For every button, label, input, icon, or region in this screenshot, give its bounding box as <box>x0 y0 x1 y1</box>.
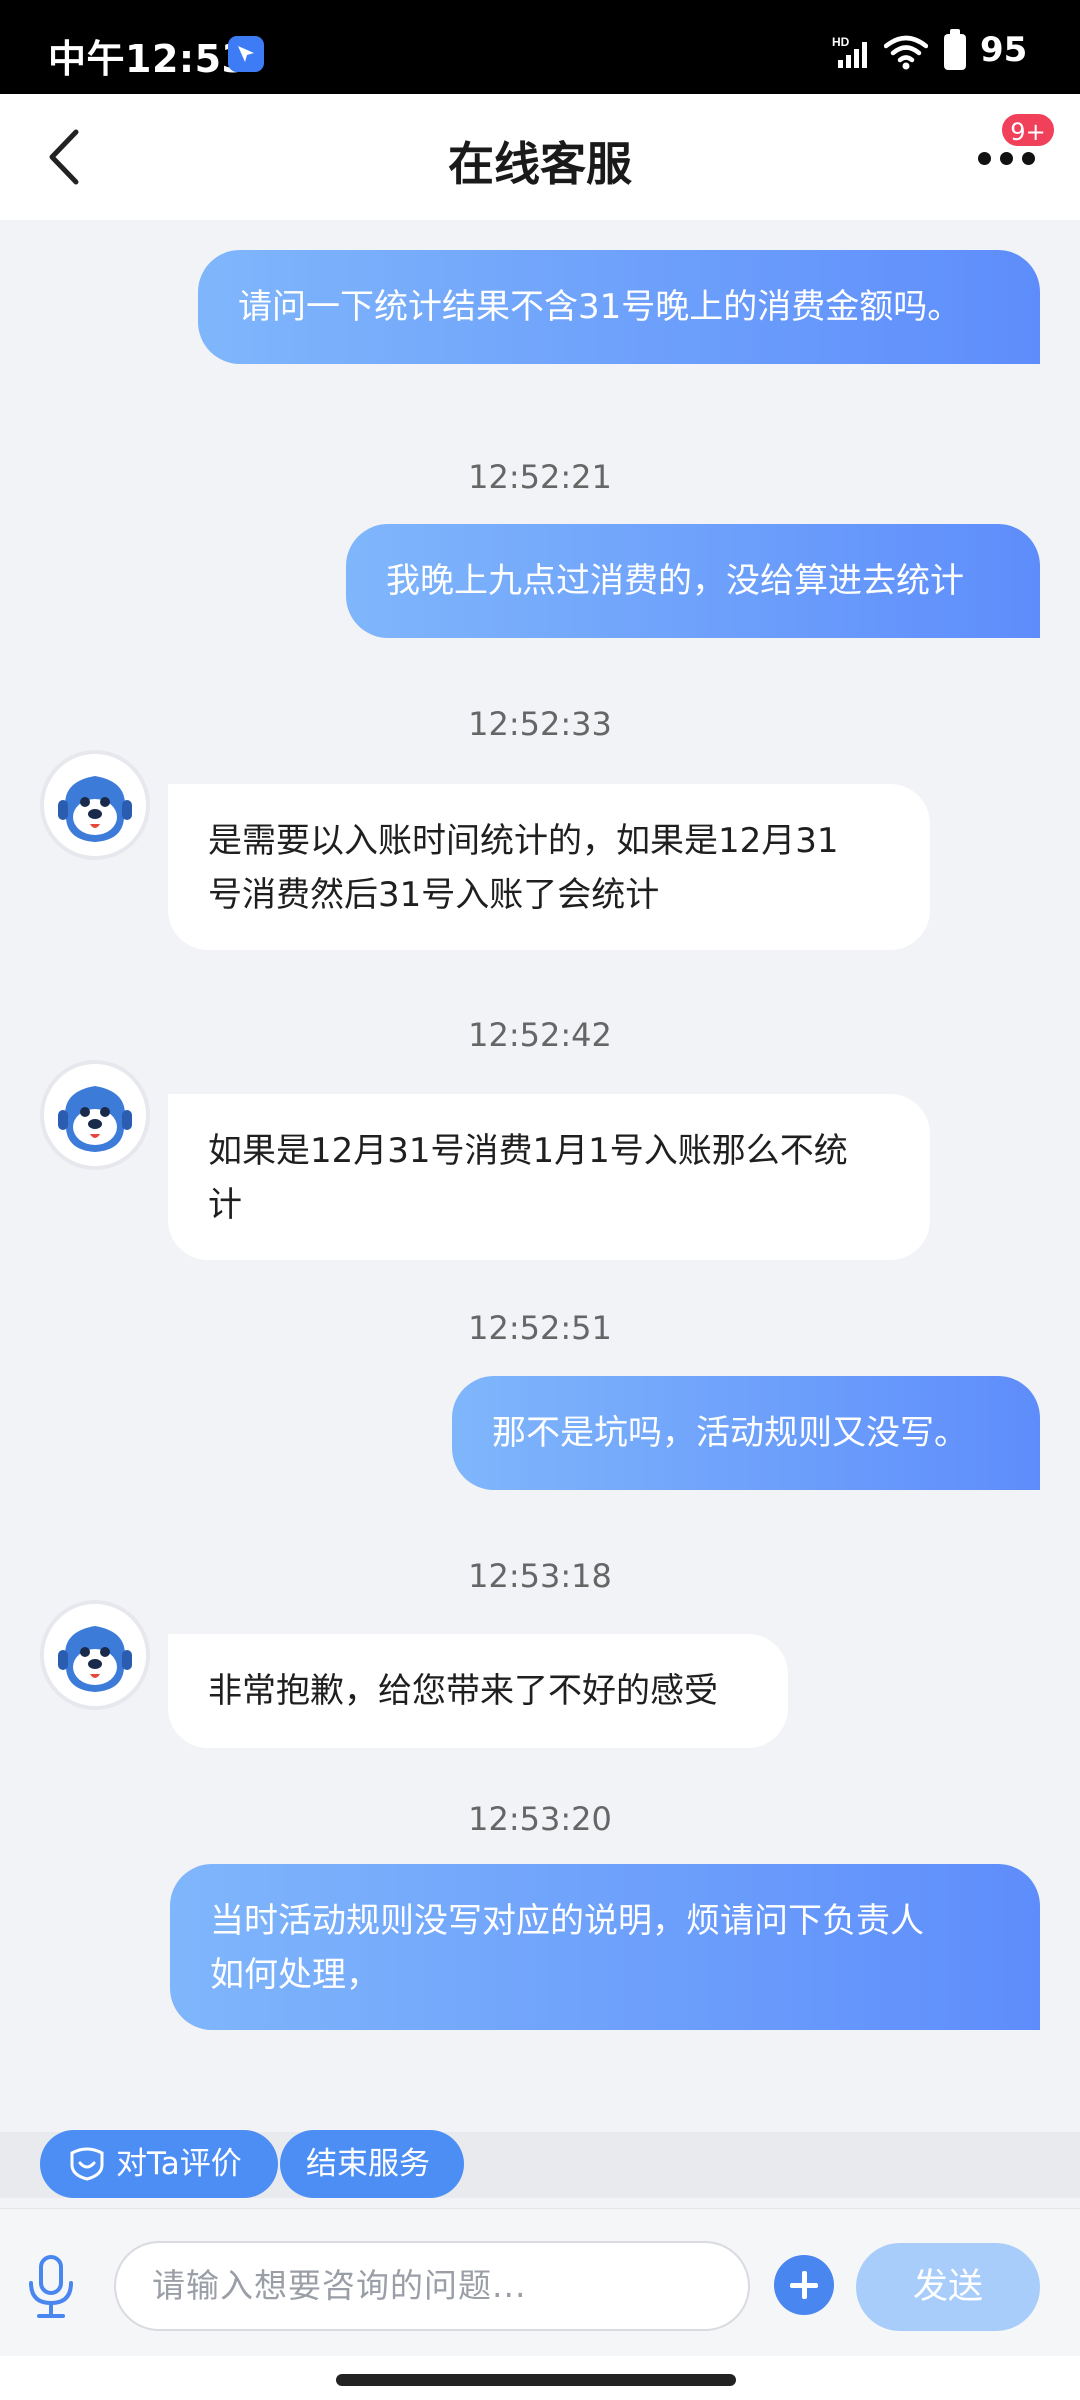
end-service-label: 结束服务 <box>306 2146 430 2182</box>
page-title: 在线客服 <box>448 137 632 191</box>
message-text: 请问一下统计结果不含31号晚上的消费金额吗。 <box>238 287 962 327</box>
message-bubble-outgoing: 那不是坑吗，活动规则又没写。 <box>452 1376 1040 1490</box>
network-label: HD <box>832 35 850 49</box>
message-timestamp: 12:53:18 <box>468 1557 612 1595</box>
app-notification-icon <box>228 36 264 72</box>
message-timestamp: 12:52:21 <box>468 458 612 496</box>
battery-percent: 95 <box>980 30 1028 70</box>
message-text-line: 如果是12月31号消费1月1号入账那么不统 <box>208 1131 848 1171</box>
message-bubble-outgoing: 请问一下统计结果不含31号晚上的消费金额吗。 <box>198 250 1040 364</box>
signal-icon: HD <box>832 34 874 74</box>
message-timestamp: 12:53:20 <box>468 1800 612 1838</box>
message-text-line: 如何处理， <box>210 1955 380 1995</box>
end-service-button[interactable]: 结束服务 <box>280 2130 464 2198</box>
message-bubble-incoming: 如果是12月31号消费1月1号入账那么不统 计 <box>168 1094 930 1260</box>
message-bubble-incoming: 非常抱歉，给您带来了不好的感受 <box>168 1634 788 1748</box>
message-text-line: 是需要以入账时间统计的，如果是12月31 <box>208 821 839 861</box>
message-text: 那不是坑吗，活动规则又没写。 <box>492 1413 968 1453</box>
message-input[interactable]: 请输入想要咨询的问题... <box>114 2241 750 2331</box>
agent-avatar <box>40 1600 150 1710</box>
message-bubble-incoming: 是需要以入账时间统计的，如果是12月31 号消费然后31号入账了会统计 <box>168 784 930 950</box>
message-text: 我晚上九点过消费的，没给算进去统计 <box>386 561 964 601</box>
message-text-line: 当时活动规则没写对应的说明，烦请问下负责人 <box>210 1901 924 1941</box>
message-bubble-outgoing: 我晚上九点过消费的，没给算进去统计 <box>346 524 1040 638</box>
rate-agent-button[interactable]: 对Ta评价 <box>40 2130 278 2198</box>
message-text-line: 号消费然后31号入账了会统计 <box>208 875 660 915</box>
add-attachment-icon[interactable] <box>774 2255 834 2315</box>
input-bar: 请输入想要咨询的问题... 发送 <box>0 2208 1080 2356</box>
message-timestamp: 12:52:51 <box>468 1309 612 1347</box>
message-bubble-outgoing: 当时活动规则没写对应的说明，烦请问下负责人 如何处理， <box>170 1864 1040 2030</box>
message-text-line: 计 <box>208 1185 242 1225</box>
microphone-icon[interactable] <box>22 2253 80 2321</box>
rate-icon <box>70 2147 104 2181</box>
wifi-icon <box>883 34 929 74</box>
message-timestamp: 12:52:33 <box>468 705 612 743</box>
status-bar: 中午12:53 HD 95 <box>0 0 1080 94</box>
message-text: 非常抱歉，给您带来了不好的感受 <box>208 1671 718 1711</box>
send-button[interactable]: 发送 <box>856 2243 1040 2331</box>
notification-badge: 9+ <box>1000 112 1056 148</box>
home-indicator[interactable] <box>0 2356 1080 2400</box>
agent-avatar <box>40 1060 150 1170</box>
rate-agent-label: 对Ta评价 <box>116 2146 242 2182</box>
message-timestamp: 12:52:42 <box>468 1016 612 1054</box>
agent-avatar <box>40 750 150 860</box>
battery-icon <box>944 29 966 70</box>
chat-header: 在线客服 <box>0 94 1080 220</box>
status-time: 中午12:53 <box>48 37 249 81</box>
